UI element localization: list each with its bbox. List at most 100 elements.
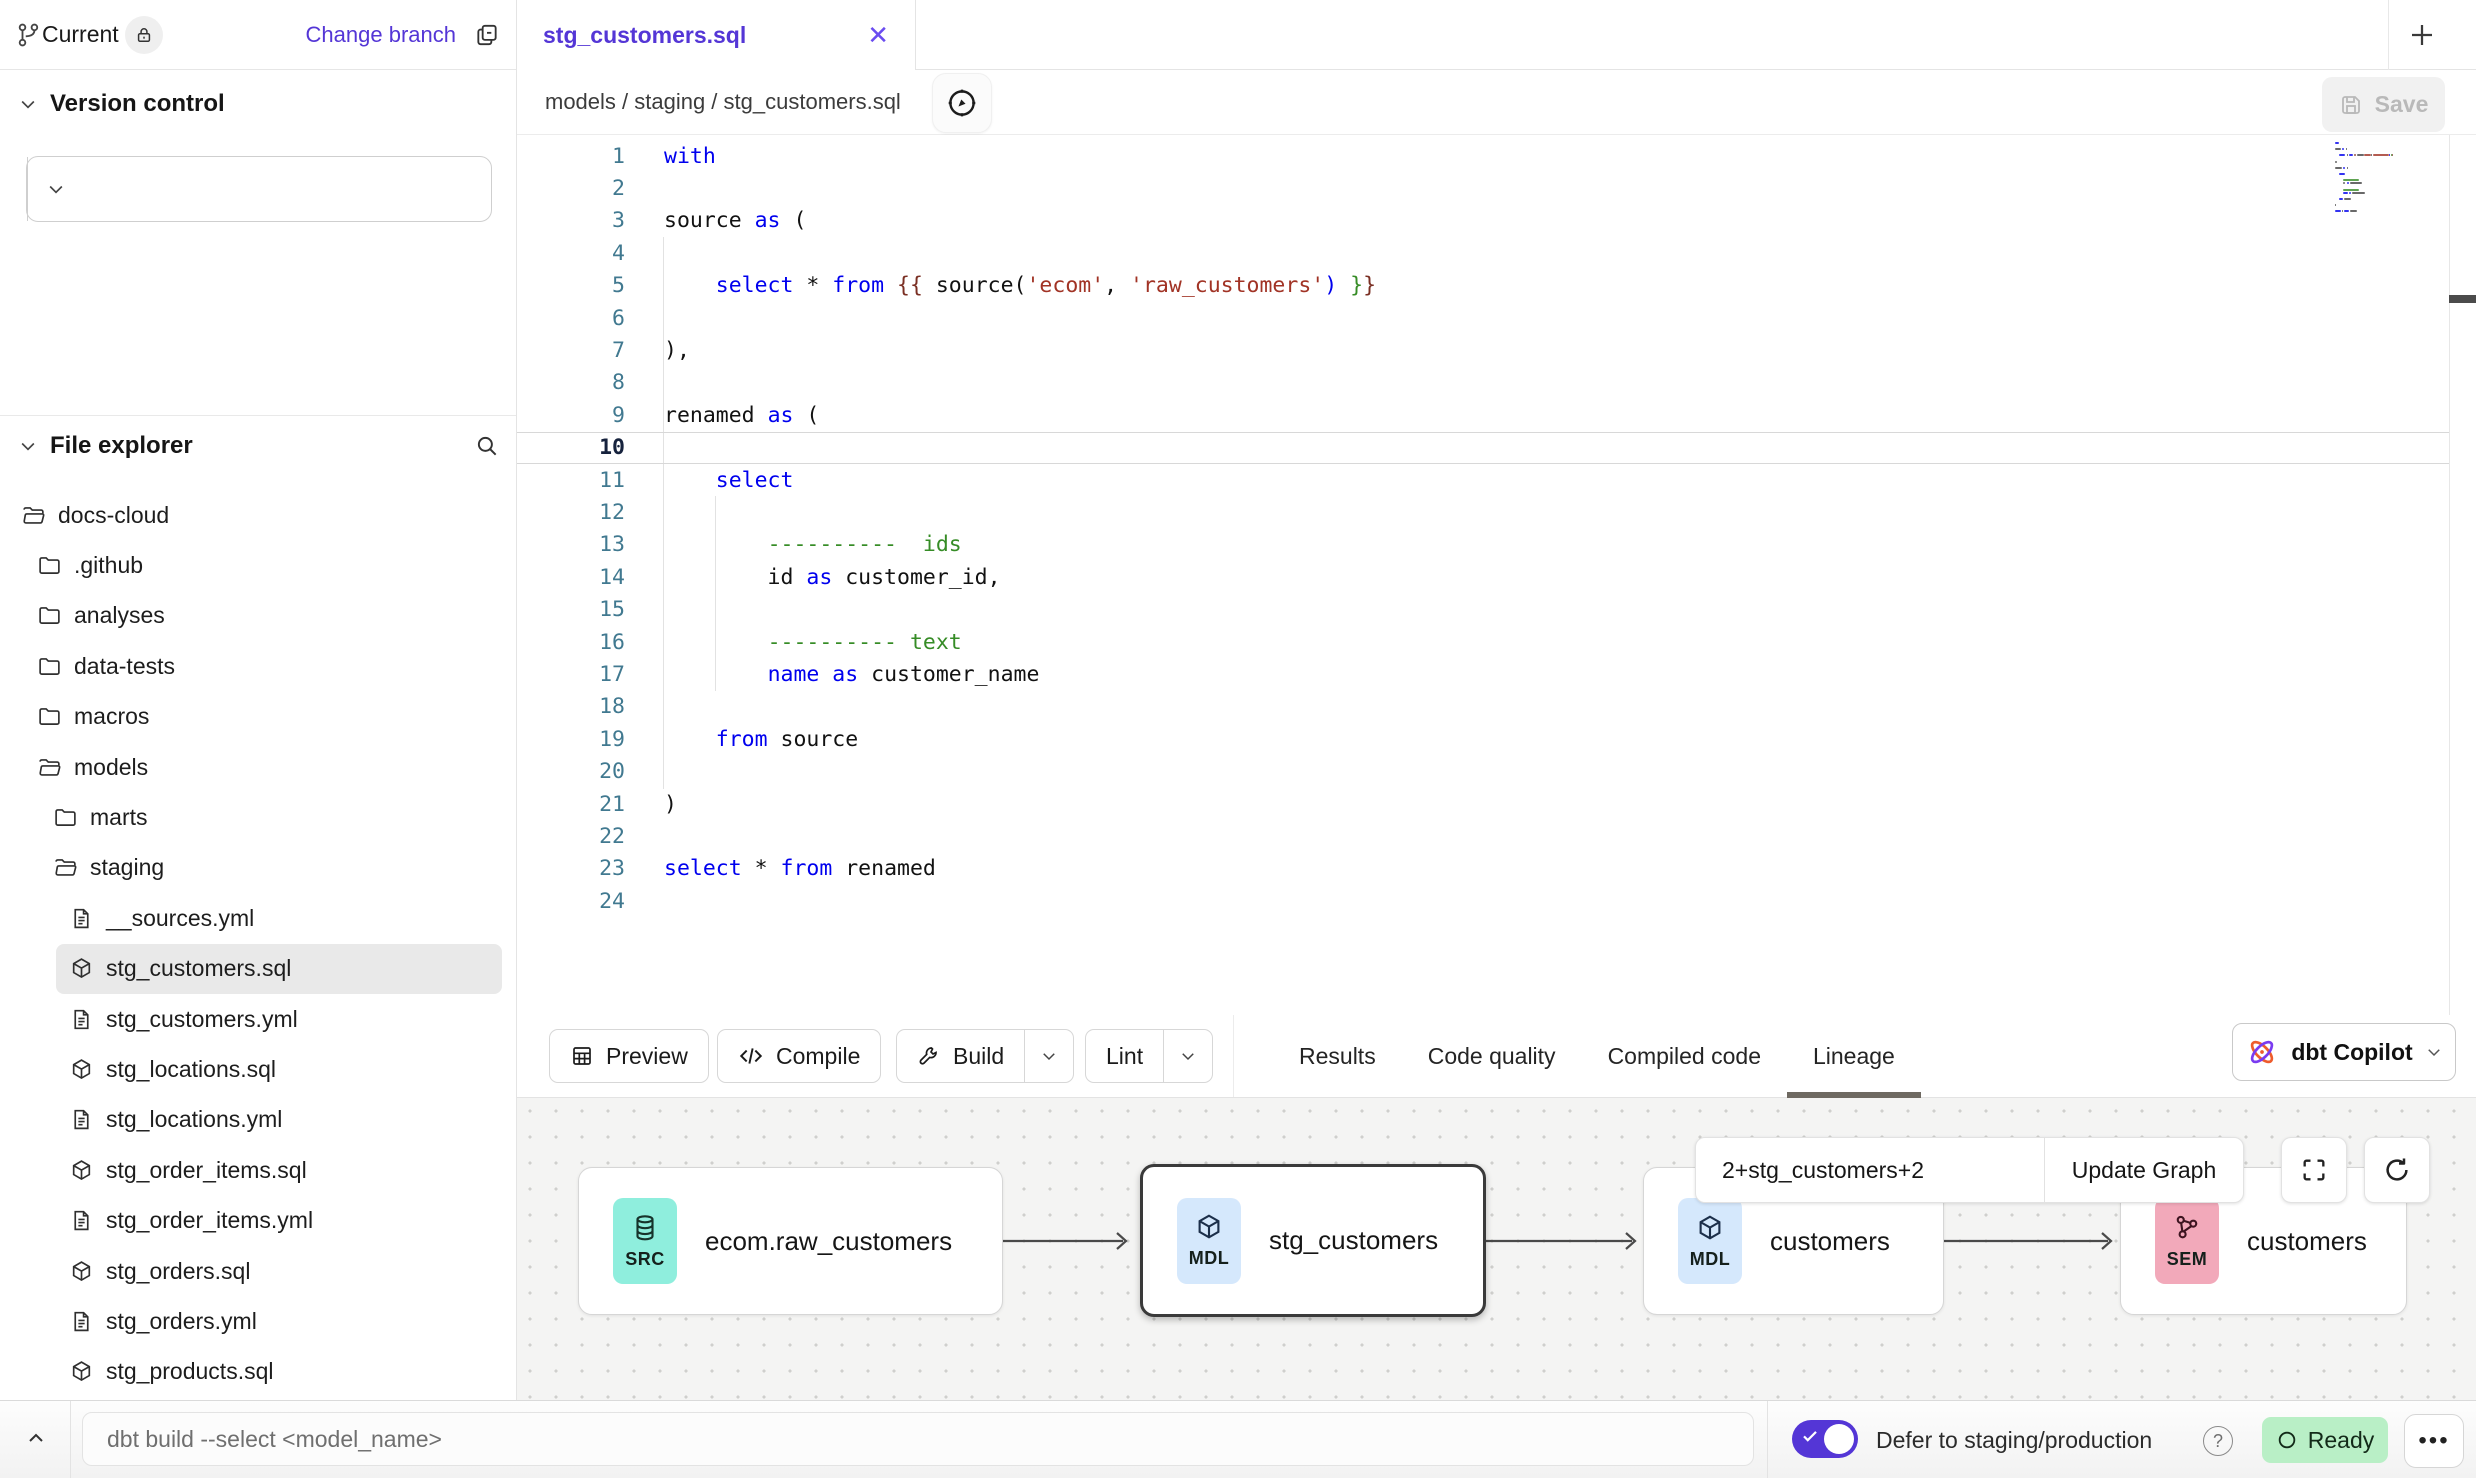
tree-item-stg-locations-sql[interactable]: stg_locations.sql: [56, 1044, 502, 1094]
ready-status-badge[interactable]: Ready: [2262, 1417, 2388, 1463]
code-line-4[interactable]: 4: [517, 237, 2449, 269]
collapse-panel-button[interactable]: [14, 1419, 58, 1459]
refresh-button[interactable]: [2364, 1137, 2430, 1203]
fullscreen-button[interactable]: [2281, 1137, 2347, 1203]
tree-item-models[interactable]: models: [24, 742, 502, 792]
tree-item-label: marts: [90, 804, 148, 831]
lint-button[interactable]: Lint: [1085, 1029, 1213, 1083]
chevron-down-icon[interactable]: [18, 436, 38, 456]
line-number: 3: [517, 208, 625, 233]
create-branch-dropdown[interactable]: [27, 157, 84, 221]
help-icon[interactable]: ?: [2203, 1426, 2233, 1456]
tabstrip-divider: [2388, 0, 2389, 70]
code-line-11[interactable]: 11 select: [517, 464, 2449, 496]
doc-icon: [69, 1007, 94, 1032]
folder-icon: [37, 654, 62, 679]
copilot-compass-button[interactable]: [932, 73, 992, 133]
code-line-15[interactable]: 15: [517, 593, 2449, 625]
change-branch-link[interactable]: Change branch: [306, 22, 456, 48]
lint-dropdown[interactable]: [1163, 1030, 1212, 1082]
compile-button[interactable]: Compile: [717, 1029, 881, 1083]
code-line-2[interactable]: 2: [517, 172, 2449, 204]
code-line-1[interactable]: 1with: [517, 140, 2449, 172]
code-line-14[interactable]: 14 id as customer_id,: [517, 561, 2449, 593]
search-icon[interactable]: [474, 433, 500, 459]
tree-item-marts[interactable]: marts: [40, 792, 502, 842]
line-text: source as (: [625, 208, 806, 233]
code-line-23[interactable]: 23select * from renamed: [517, 853, 2449, 885]
defer-toggle[interactable]: [1792, 1420, 1858, 1458]
tree-item-stg-products-sql[interactable]: stg_products.sql: [56, 1347, 502, 1397]
copy-icon[interactable]: [474, 22, 500, 48]
code-line-8[interactable]: 8: [517, 367, 2449, 399]
command-input[interactable]: dbt build --select <model_name>: [82, 1412, 1754, 1466]
minimap[interactable]: [2335, 142, 2447, 232]
code-line-7[interactable]: 7),: [517, 334, 2449, 366]
code-line-5[interactable]: 5 select * from {{ source('ecom', 'raw_c…: [517, 270, 2449, 302]
close-icon[interactable]: ✕: [867, 22, 889, 48]
tree-item--github[interactable]: .github: [24, 540, 502, 590]
tree-item-analyses[interactable]: analyses: [24, 591, 502, 641]
tree-item-staging[interactable]: staging: [40, 843, 502, 893]
dbt-copilot-button[interactable]: dbt Copilot: [2232, 1023, 2456, 1081]
code-line-6[interactable]: 6: [517, 302, 2449, 334]
check-icon: [1801, 1427, 1819, 1445]
line-number: 23: [517, 856, 625, 881]
minimap-line: [2350, 210, 2357, 212]
code-line-12[interactable]: 12: [517, 496, 2449, 528]
save-button[interactable]: Save: [2322, 77, 2445, 132]
lineage-node-stg-customers[interactable]: MDLstg_customers: [1140, 1164, 1486, 1317]
line-text: ),: [625, 338, 690, 363]
new-tab-button[interactable]: [2405, 18, 2439, 52]
build-button[interactable]: Build: [896, 1029, 1074, 1083]
tab-lineage[interactable]: Lineage: [1787, 1015, 1921, 1098]
code-line-16[interactable]: 16 ---------- text: [517, 626, 2449, 658]
code-line-19[interactable]: 19 from source: [517, 723, 2449, 755]
tree-item-stg-orders-yml[interactable]: stg_orders.yml: [56, 1296, 502, 1346]
code-line-17[interactable]: 17 name as customer_name: [517, 658, 2449, 690]
code-line-22[interactable]: 22: [517, 820, 2449, 852]
tree-item-stg-order-items-sql[interactable]: stg_order_items.sql: [56, 1145, 502, 1195]
dbt-copilot-logo-icon: [2245, 1035, 2279, 1069]
lineage-controls: 2+stg_customers+2 Update Graph: [1695, 1137, 2244, 1203]
code-editor[interactable]: 1with23source as (45 select * from {{ so…: [517, 135, 2476, 1015]
tree-item-stg-customers-yml[interactable]: stg_customers.yml: [56, 994, 502, 1044]
tree-item-stg-locations-yml[interactable]: stg_locations.yml: [56, 1095, 502, 1145]
preview-button[interactable]: Preview: [549, 1029, 709, 1083]
tree-item-docs-cloud[interactable]: docs-cloud: [8, 490, 502, 540]
more-options-button[interactable]: •••: [2404, 1414, 2464, 1468]
line-number: 20: [517, 759, 625, 784]
version-control-header[interactable]: Version control: [18, 90, 225, 118]
update-graph-button[interactable]: Update Graph: [2044, 1138, 2243, 1202]
lineage-node-ecom-raw-customers[interactable]: SRCecom.raw_customers: [578, 1167, 1003, 1315]
code-line-13[interactable]: 13 ---------- ids: [517, 529, 2449, 561]
folder-open-icon: [37, 755, 62, 780]
code-line-3[interactable]: 3source as (: [517, 205, 2449, 237]
tree-item-stg-orders-sql[interactable]: stg_orders.sql: [56, 1246, 502, 1296]
code-line-18[interactable]: 18: [517, 691, 2449, 723]
line-text: select: [625, 468, 793, 493]
code-line-10[interactable]: 10: [517, 432, 2449, 464]
tab-stg-customers[interactable]: stg_customers.sql ✕: [517, 0, 916, 70]
tree-item-data-tests[interactable]: data-tests: [24, 641, 502, 691]
tree-item-macros[interactable]: macros: [24, 692, 502, 742]
tab-results[interactable]: Results: [1273, 1015, 1402, 1098]
code-line-9[interactable]: 9renamed as (: [517, 399, 2449, 431]
tree-item-stg-customers-sql[interactable]: stg_customers.sql: [56, 944, 502, 994]
tree-item-label: staging: [90, 854, 164, 881]
create-branch-button[interactable]: Create branch: [26, 156, 492, 222]
build-dropdown[interactable]: [1024, 1030, 1073, 1082]
tree-item-stg-order-items-yml[interactable]: stg_order_items.yml: [56, 1195, 502, 1245]
node-label: customers: [1770, 1226, 1890, 1257]
line-number: 13: [517, 532, 625, 557]
code-line-24[interactable]: 24: [517, 885, 2449, 917]
lineage-selector-input[interactable]: 2+stg_customers+2: [1696, 1138, 2044, 1202]
tree-item--sources-yml[interactable]: __sources.yml: [56, 893, 502, 943]
code-line-20[interactable]: 20: [517, 755, 2449, 787]
tab-code-quality[interactable]: Code quality: [1402, 1015, 1582, 1098]
panel-resize-handle[interactable]: [2449, 295, 2476, 303]
lineage-canvas[interactable]: SRCecom.raw_customersMDLstg_customersMDL…: [517, 1098, 2476, 1400]
code-line-21[interactable]: 21): [517, 788, 2449, 820]
tab-compiled-code[interactable]: Compiled code: [1582, 1015, 1787, 1098]
tree-item-label: models: [74, 754, 148, 781]
